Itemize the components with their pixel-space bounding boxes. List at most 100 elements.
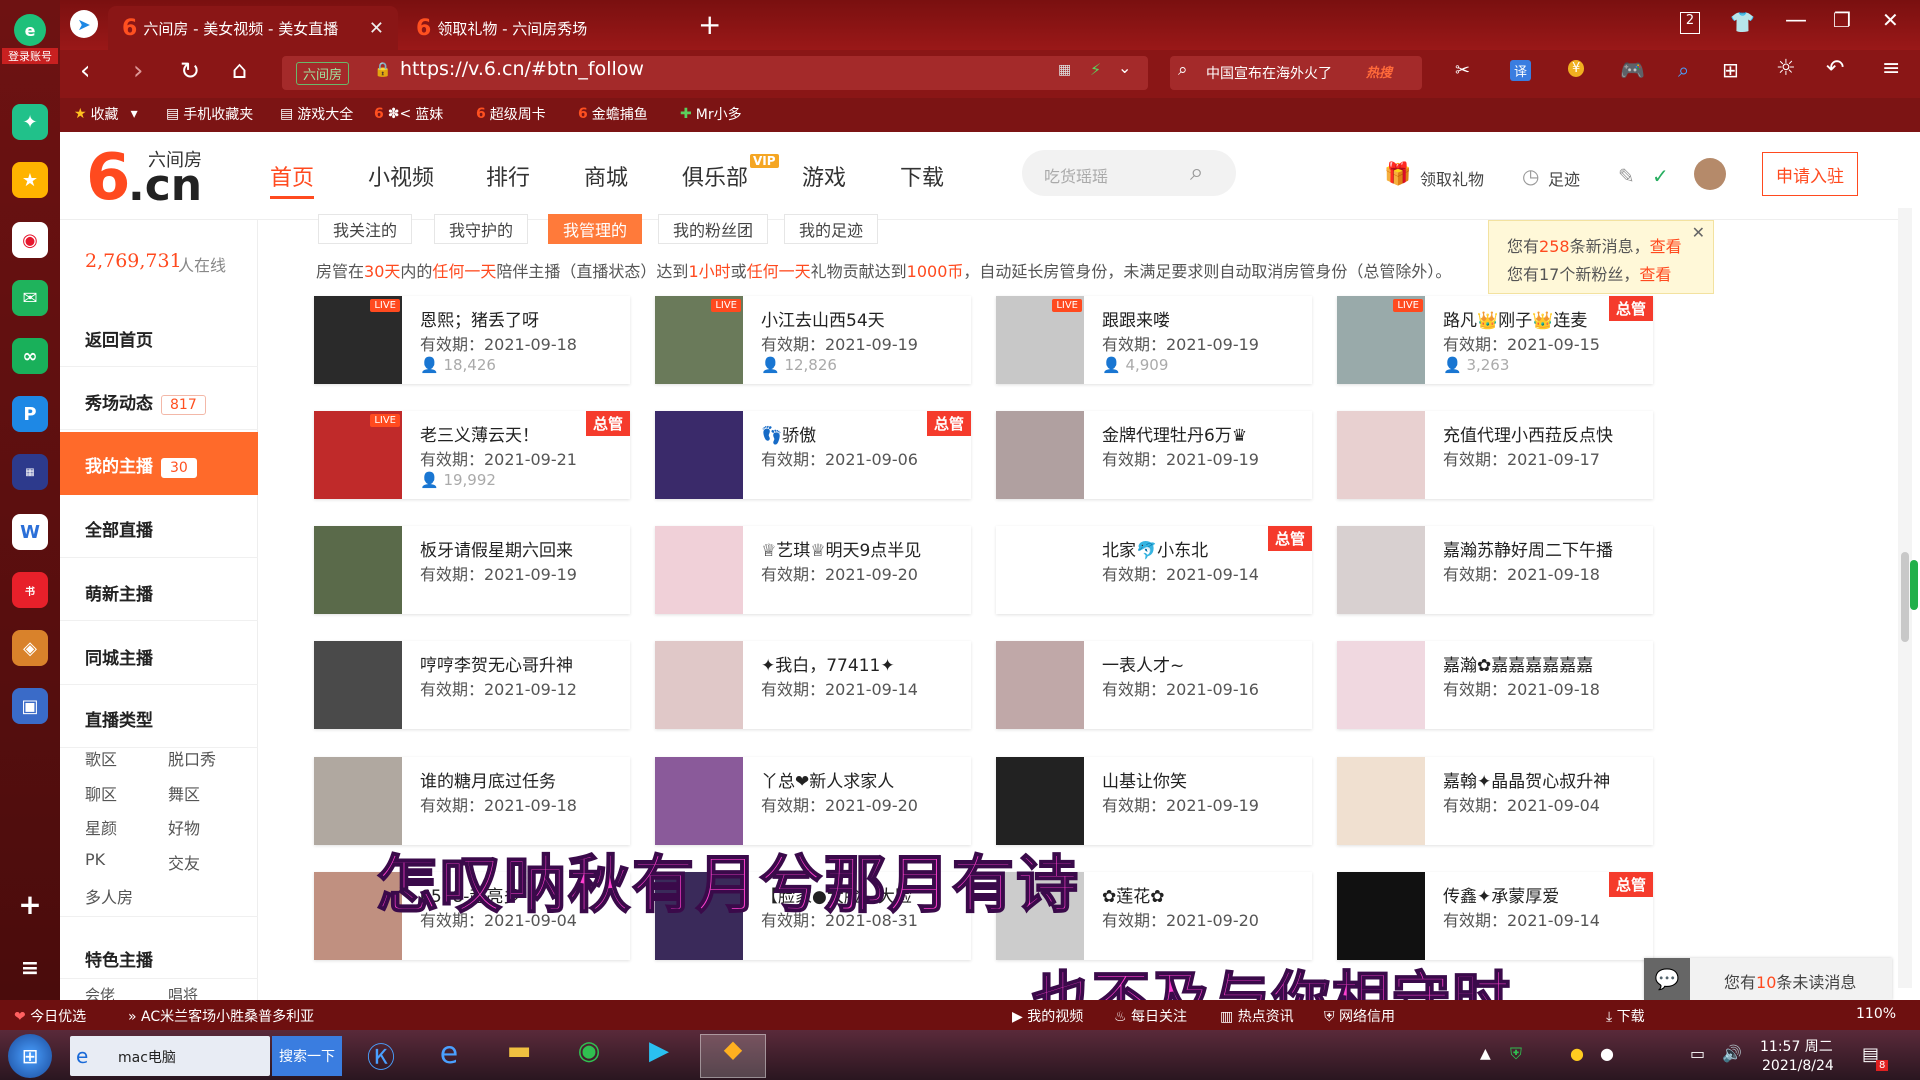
taskbar-folder-icon[interactable]: ▬: [494, 1036, 544, 1076]
anchor-thumbnail[interactable]: [996, 641, 1084, 729]
anchor-thumbnail[interactable]: [655, 526, 743, 614]
category-friends[interactable]: 交友: [168, 850, 200, 874]
nav-item-home[interactable]: 返回首页: [85, 326, 153, 351]
anchor-thumbnail[interactable]: [996, 757, 1084, 845]
dock-link-icon[interactable]: ∞: [12, 338, 48, 374]
bookmark-mobile[interactable]: ▤ 手机收藏夹: [166, 104, 253, 124]
tray-network-icon[interactable]: ▭: [1690, 1044, 1705, 1063]
dock-add-icon[interactable]: +: [12, 886, 48, 922]
tray-expand-icon[interactable]: ▲: [1480, 1046, 1491, 1062]
anchor-card[interactable]: LIVE 恩熙；猪丢了呀 有效期：2021-09-18 👤 18,426: [314, 296, 630, 384]
anchor-card[interactable]: 嘉瀚苏静好周二下午播 有效期：2021-09-18: [1337, 526, 1653, 614]
search-once-button[interactable]: 搜索一下: [272, 1036, 342, 1076]
category-pk[interactable]: PK: [85, 850, 105, 869]
anchor-name[interactable]: 恩熙；猪丢了呀: [420, 306, 610, 331]
taskbar-k-icon[interactable]: Ⓚ: [356, 1036, 406, 1076]
anchor-name[interactable]: 一表人才~: [1102, 651, 1292, 676]
scrollbar-thumb[interactable]: [1901, 552, 1909, 642]
site-logo-six[interactable]: 6: [86, 146, 131, 210]
nav-item-new[interactable]: 萌新主播: [85, 580, 153, 605]
anchor-thumbnail[interactable]: LIVE: [314, 411, 402, 499]
anchor-card[interactable]: 丫总❤新人求家人 有效期：2021-09-20: [655, 757, 971, 845]
category-dance[interactable]: 舞区: [168, 781, 200, 805]
anchor-name[interactable]: 北家🐬小东北: [1102, 536, 1292, 561]
anchor-thumbnail[interactable]: [314, 641, 402, 729]
ie-window-button[interactable]: e mac电脑: [70, 1036, 270, 1076]
anchor-card[interactable]: LIVE 老三义薄云天！ 有效期：2021-09-21 👤 19,992 总管: [314, 411, 630, 499]
nav-item-all-live[interactable]: 全部直播: [85, 516, 153, 541]
bookmark-fishing[interactable]: 6 金蟾捕鱼: [578, 104, 648, 124]
anchor-thumbnail[interactable]: [655, 757, 743, 845]
anchor-thumbnail[interactable]: [1337, 641, 1425, 729]
category-multi[interactable]: 多人房: [85, 884, 133, 908]
check-icon[interactable]: ✓: [1652, 164, 1669, 188]
anchor-thumbnail[interactable]: [1337, 526, 1425, 614]
url-text[interactable]: https://v.6.cn/#btn_follow: [400, 58, 644, 80]
anchor-name[interactable]: 嘉瀚✿嘉嘉嘉嘉嘉嘉: [1443, 651, 1633, 676]
status-hot-news[interactable]: ▥ 热点资讯: [1220, 1006, 1294, 1026]
anchor-thumbnail[interactable]: LIVE: [996, 296, 1084, 384]
anchor-thumbnail[interactable]: [996, 411, 1084, 499]
gift-link[interactable]: 领取礼物: [1420, 166, 1484, 190]
anchor-thumbnail[interactable]: [655, 411, 743, 499]
footprint-link[interactable]: 足迹: [1548, 166, 1580, 190]
tab-gift[interactable]: 6 领取礼物 - 六间房秀场: [402, 6, 672, 50]
start-button[interactable]: ⊞: [8, 1034, 52, 1078]
close-popup-icon[interactable]: ✕: [1692, 223, 1705, 242]
anchor-card[interactable]: 板牙请假星期六回来 有效期：2021-09-19: [314, 526, 630, 614]
dropdown-icon[interactable]: ⌄: [1118, 58, 1131, 77]
tray-qq-icon[interactable]: ●: [1600, 1044, 1614, 1063]
anchor-card[interactable]: LIVE 跟跟来喽 有效期：2021-09-19 👤 4,909: [996, 296, 1312, 384]
anchor-name[interactable]: 小江去山西54天: [761, 306, 951, 331]
skin-icon[interactable]: 👕: [1730, 10, 1755, 34]
anchor-thumbnail[interactable]: [1337, 757, 1425, 845]
bookmark-games[interactable]: ▤ 游戏大全: [280, 104, 353, 124]
status-credit[interactable]: ⛨ 网络信用: [1324, 1006, 1395, 1026]
anchor-name[interactable]: 跟跟来喽: [1102, 306, 1292, 331]
apps-icon[interactable]: ⊞: [1722, 58, 1739, 82]
login-avatar[interactable]: e 登录账号: [2, 14, 58, 70]
anchor-card[interactable]: 一表人才~ 有效期：2021-09-16: [996, 641, 1312, 729]
close-tab-icon[interactable]: ✕: [369, 18, 384, 39]
anchor-name[interactable]: 👣骄傲: [761, 421, 951, 446]
translate-icon[interactable]: 译: [1510, 60, 1532, 81]
dock-redbook-icon[interactable]: 书: [12, 572, 48, 608]
subtab-footprint[interactable]: 我的足迹: [784, 214, 879, 244]
anchor-name[interactable]: 路凡👑刚子👑连麦: [1443, 306, 1633, 331]
anchor-card[interactable]: 充值代理小西菈反点快 有效期：2021-09-17: [1337, 411, 1653, 499]
anchor-thumbnail[interactable]: LIVE: [314, 296, 402, 384]
bookmark-weekly[interactable]: 6 超级周卡: [476, 104, 546, 124]
anchor-thumbnail[interactable]: LIVE: [1337, 296, 1425, 384]
home-icon[interactable]: ⌂: [232, 56, 247, 84]
taskbar-player-icon[interactable]: ▶: [634, 1036, 684, 1076]
nav-games[interactable]: 游戏: [802, 160, 846, 192]
menu-icon[interactable]: ≡: [1882, 56, 1900, 81]
anchor-name[interactable]: 丫总❤新人求家人: [761, 767, 951, 792]
anchor-thumbnail[interactable]: [1337, 872, 1425, 960]
news-headline[interactable]: » AC米兰客场小胜桑普多利亚: [128, 1006, 314, 1026]
category-talk[interactable]: 脱口秀: [168, 746, 216, 770]
anchor-card[interactable]: ✦我白，77411✦ 有效期：2021-09-14: [655, 641, 971, 729]
user-avatar[interactable]: [1694, 158, 1726, 190]
search-suggestion[interactable]: 中国宣布在海外火了: [1206, 63, 1332, 83]
nav-item-my-anchors[interactable]: 我的主播 30: [85, 452, 197, 478]
minimize-icon[interactable]: —: [1785, 8, 1807, 33]
dock-word-icon[interactable]: W: [12, 514, 48, 550]
nav-mall[interactable]: 商城: [584, 160, 628, 192]
zoom-level[interactable]: 110%: [1856, 1006, 1896, 1022]
undo-icon[interactable]: ↶: [1826, 56, 1844, 81]
anchor-card[interactable]: 山基让你笑 有效期：2021-09-19: [996, 757, 1312, 845]
clock-date[interactable]: 2021/8/24: [1762, 1058, 1834, 1074]
browser-nav-icon[interactable]: ➤: [70, 10, 98, 38]
gamepad-icon[interactable]: 🎮: [1620, 58, 1645, 82]
nav-home[interactable]: 首页: [270, 160, 315, 199]
taskbar-ie-icon[interactable]: e: [424, 1036, 474, 1076]
tray-app-icon[interactable]: ●: [1570, 1044, 1584, 1063]
subtab-guarding[interactable]: 我守护的: [434, 214, 529, 244]
anchor-card[interactable]: 👣骄傲 有效期：2021-09-06 总管: [655, 411, 971, 499]
anchor-card[interactable]: 谁的糖月底过任务 有效期：2021-09-18: [314, 757, 630, 845]
anchor-name[interactable]: 充值代理小西菈反点快: [1443, 421, 1633, 446]
category-goods[interactable]: 好物: [168, 815, 200, 839]
zoom-icon[interactable]: ⌕: [1678, 58, 1689, 82]
scissors-icon[interactable]: ✂: [1455, 60, 1470, 81]
